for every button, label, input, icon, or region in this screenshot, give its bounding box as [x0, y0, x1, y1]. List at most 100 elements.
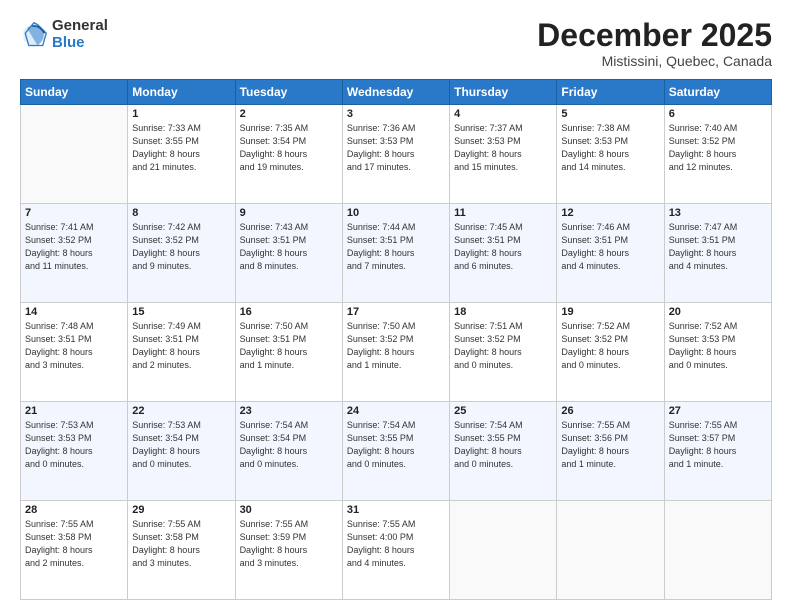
col-header-saturday: Saturday [664, 80, 771, 105]
logo-blue: Blue [52, 35, 108, 52]
day-number: 27 [669, 405, 767, 417]
calendar-cell: 12 Sunrise: 7:46 AM Sunset: 3:51 PM Dayli… [557, 204, 664, 303]
calendar-cell [557, 501, 664, 600]
day-info: Sunrise: 7:53 AM Sunset: 3:54 PM Dayligh… [132, 419, 230, 471]
calendar-cell: 9Sunrise: 7:43 AM Sunset: 3:51 PM Daylig… [235, 204, 342, 303]
calendar-cell: 31Sunrise: 7:55 AM Sunset: 4:00 PM Dayli… [342, 501, 449, 600]
calendar-cell: 17 Sunrise: 7:50 AM Sunset: 3:52 PM Dayli… [342, 303, 449, 402]
col-header-sunday: Sunday [21, 80, 128, 105]
day-number: 18 [454, 306, 552, 318]
week-row-2: 7Sunrise: 7:41 AM Sunset: 3:52 PM Daylig… [21, 204, 772, 303]
day-info: Sunrise: 7:54 AM Sunset: 3:55 PM Dayligh… [454, 419, 552, 471]
calendar-cell: 7Sunrise: 7:41 AM Sunset: 3:52 PM Daylig… [21, 204, 128, 303]
day-number: 26 [561, 405, 659, 417]
week-row-4: 21Sunrise: 7:53 AM Sunset: 3:53 PM Dayli… [21, 402, 772, 501]
day-info: Sunrise: 7:35 AM Sunset: 3:54 PM Dayligh… [240, 122, 338, 174]
calendar-cell: 2Sunrise: 7:35 AM Sunset: 3:54 PM Daylig… [235, 105, 342, 204]
calendar-cell: 19Sunrise: 7:52 AM Sunset: 3:52 PM Dayli… [557, 303, 664, 402]
day-info: Sunrise: 7:53 AM Sunset: 3:53 PM Dayligh… [25, 419, 123, 471]
day-number: 12 [561, 207, 659, 219]
calendar-cell: 22Sunrise: 7:53 AM Sunset: 3:54 PM Dayli… [128, 402, 235, 501]
calendar-cell: 13 Sunrise: 7:47 AM Sunset: 3:51 PM Dayli… [664, 204, 771, 303]
day-info: Sunrise: 7:38 AM Sunset: 3:53 PM Dayligh… [561, 122, 659, 174]
calendar-cell: 5 Sunrise: 7:38 AM Sunset: 3:53 PM Daylig… [557, 105, 664, 204]
page: General Blue December 2025 Mistissini, Q… [0, 0, 792, 612]
day-number: 24 [347, 405, 445, 417]
day-number: 3 [347, 108, 445, 120]
calendar-cell: 6 Sunrise: 7:40 AM Sunset: 3:52 PM Daylig… [664, 105, 771, 204]
week-row-5: 28Sunrise: 7:55 AM Sunset: 3:58 PM Dayli… [21, 501, 772, 600]
day-info: Sunrise: 7:37 AM Sunset: 3:53 PM Dayligh… [454, 122, 552, 174]
day-number: 17 [347, 306, 445, 318]
day-info: Sunrise: 7:44 AM Sunset: 3:51 PM Dayligh… [347, 221, 445, 273]
day-number: 30 [240, 504, 338, 516]
calendar-cell: 4 Sunrise: 7:37 AM Sunset: 3:53 PM Daylig… [450, 105, 557, 204]
day-number: 5 [561, 108, 659, 120]
day-info: Sunrise: 7:55 AM Sunset: 4:00 PM Dayligh… [347, 518, 445, 570]
calendar-cell [21, 105, 128, 204]
day-info: Sunrise: 7:45 AM Sunset: 3:51 PM Dayligh… [454, 221, 552, 273]
day-info: Sunrise: 7:47 AM Sunset: 3:51 PM Dayligh… [669, 221, 767, 273]
calendar-cell: 8Sunrise: 7:42 AM Sunset: 3:52 PM Daylig… [128, 204, 235, 303]
col-header-tuesday: Tuesday [235, 80, 342, 105]
calendar-cell: 20 Sunrise: 7:52 AM Sunset: 3:53 PM Dayli… [664, 303, 771, 402]
calendar-cell: 29Sunrise: 7:55 AM Sunset: 3:58 PM Dayli… [128, 501, 235, 600]
calendar-cell: 11 Sunrise: 7:45 AM Sunset: 3:51 PM Dayli… [450, 204, 557, 303]
calendar-cell: 21Sunrise: 7:53 AM Sunset: 3:53 PM Dayli… [21, 402, 128, 501]
day-info: Sunrise: 7:49 AM Sunset: 3:51 PM Dayligh… [132, 320, 230, 372]
day-info: Sunrise: 7:55 AM Sunset: 3:57 PM Dayligh… [669, 419, 767, 471]
day-info: Sunrise: 7:50 AM Sunset: 3:51 PM Dayligh… [240, 320, 338, 372]
calendar-cell: 30Sunrise: 7:55 AM Sunset: 3:59 PM Dayli… [235, 501, 342, 600]
calendar-cell: 27 Sunrise: 7:55 AM Sunset: 3:57 PM Dayli… [664, 402, 771, 501]
day-number: 9 [240, 207, 338, 219]
day-number: 13 [669, 207, 767, 219]
day-number: 10 [347, 207, 445, 219]
day-info: Sunrise: 7:33 AM Sunset: 3:55 PM Dayligh… [132, 122, 230, 174]
day-info: Sunrise: 7:46 AM Sunset: 3:51 PM Dayligh… [561, 221, 659, 273]
day-info: Sunrise: 7:51 AM Sunset: 3:52 PM Dayligh… [454, 320, 552, 372]
day-info: Sunrise: 7:36 AM Sunset: 3:53 PM Dayligh… [347, 122, 445, 174]
logo-icon [20, 21, 48, 49]
day-number: 20 [669, 306, 767, 318]
day-info: Sunrise: 7:41 AM Sunset: 3:52 PM Dayligh… [25, 221, 123, 273]
calendar-table: SundayMondayTuesdayWednesdayThursdayFrid… [20, 79, 772, 600]
calendar-cell: 24Sunrise: 7:54 AM Sunset: 3:55 PM Dayli… [342, 402, 449, 501]
col-header-friday: Friday [557, 80, 664, 105]
calendar-cell: 10 Sunrise: 7:44 AM Sunset: 3:51 PM Dayli… [342, 204, 449, 303]
day-info: Sunrise: 7:52 AM Sunset: 3:53 PM Dayligh… [669, 320, 767, 372]
day-info: Sunrise: 7:40 AM Sunset: 3:52 PM Dayligh… [669, 122, 767, 174]
day-number: 15 [132, 306, 230, 318]
day-info: Sunrise: 7:50 AM Sunset: 3:52 PM Dayligh… [347, 320, 445, 372]
logo-text: General Blue [52, 18, 108, 51]
day-number: 25 [454, 405, 552, 417]
calendar-cell: 28Sunrise: 7:55 AM Sunset: 3:58 PM Dayli… [21, 501, 128, 600]
calendar-cell: 3 Sunrise: 7:36 AM Sunset: 3:53 PM Daylig… [342, 105, 449, 204]
day-number: 28 [25, 504, 123, 516]
logo: General Blue [20, 18, 108, 51]
col-header-wednesday: Wednesday [342, 80, 449, 105]
week-row-1: 1Sunrise: 7:33 AM Sunset: 3:55 PM Daylig… [21, 105, 772, 204]
day-info: Sunrise: 7:55 AM Sunset: 3:56 PM Dayligh… [561, 419, 659, 471]
main-title: December 2025 [537, 18, 772, 53]
day-number: 14 [25, 306, 123, 318]
day-info: Sunrise: 7:48 AM Sunset: 3:51 PM Dayligh… [25, 320, 123, 372]
day-number: 23 [240, 405, 338, 417]
day-number: 16 [240, 306, 338, 318]
logo-general: General [52, 18, 108, 35]
day-number: 11 [454, 207, 552, 219]
col-header-monday: Monday [128, 80, 235, 105]
day-number: 6 [669, 108, 767, 120]
day-number: 4 [454, 108, 552, 120]
day-number: 19 [561, 306, 659, 318]
day-number: 29 [132, 504, 230, 516]
subtitle: Mistissini, Quebec, Canada [537, 53, 772, 69]
calendar-cell: 14 Sunrise: 7:48 AM Sunset: 3:51 PM Dayli… [21, 303, 128, 402]
week-row-3: 14 Sunrise: 7:48 AM Sunset: 3:51 PM Dayli… [21, 303, 772, 402]
title-section: December 2025 Mistissini, Quebec, Canada [537, 18, 772, 69]
calendar-cell: 15 Sunrise: 7:49 AM Sunset: 3:51 PM Dayli… [128, 303, 235, 402]
calendar-cell: 16 Sunrise: 7:50 AM Sunset: 3:51 PM Dayli… [235, 303, 342, 402]
calendar-cell: 26 Sunrise: 7:55 AM Sunset: 3:56 PM Dayli… [557, 402, 664, 501]
calendar-cell: 23Sunrise: 7:54 AM Sunset: 3:54 PM Dayli… [235, 402, 342, 501]
calendar-cell [664, 501, 771, 600]
calendar-cell: 1Sunrise: 7:33 AM Sunset: 3:55 PM Daylig… [128, 105, 235, 204]
